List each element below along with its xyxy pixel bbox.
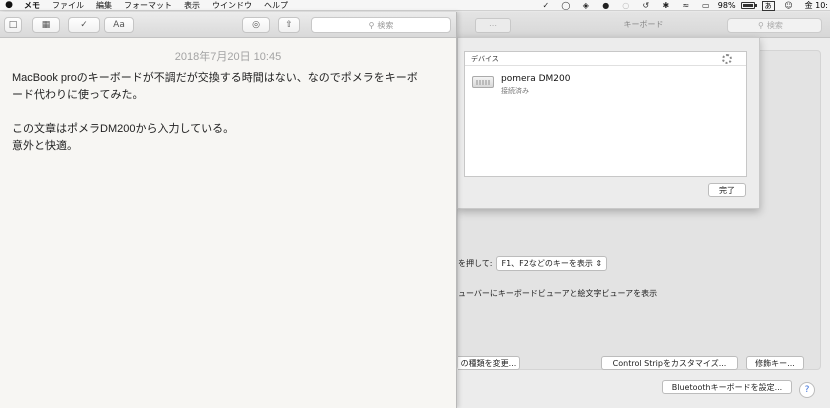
prefs-toolbar: ⋯ キーボード ⚲ 検索 — [457, 12, 830, 38]
viewer-menu-option[interactable]: ューバーにキーボードビューアと絵文字ビューアを表示 — [458, 288, 657, 299]
notes-search-placeholder: 検索 — [377, 20, 394, 30]
chevron-updown-icon: ⇕ — [595, 259, 603, 268]
airplay-icon[interactable]: ▭ — [696, 0, 716, 11]
fn-key-label: を押して: — [458, 259, 493, 268]
user-icon[interactable]: ☺ — [779, 0, 799, 11]
dropbox-icon[interactable]: ◈ — [576, 0, 596, 11]
prefs-search-field[interactable]: ⚲ 検索 — [727, 18, 822, 33]
loading-spinner-icon — [722, 54, 732, 64]
checklist-icon: ✓ — [80, 20, 88, 30]
search-icon: ⚲ — [758, 21, 764, 30]
done-button[interactable]: 完了 — [708, 183, 746, 197]
table-icon: ▦ — [41, 20, 51, 30]
menu-format[interactable]: フォーマット — [118, 0, 178, 11]
menu-edit[interactable]: 編集 — [90, 0, 118, 11]
note-line-1: MacBook proのキーボードが不調だが交換する時間はない、なのでポメラをキ… — [12, 72, 418, 84]
share-icon: ⇧ — [285, 20, 293, 30]
add-people-button[interactable]: ◎ — [242, 17, 270, 33]
device-status: 接続済み — [501, 87, 529, 95]
format-label: Aa — [113, 20, 125, 30]
input-source-indicator[interactable]: あ — [761, 0, 775, 11]
search-icon: ⚲ — [368, 20, 375, 30]
checklist-button[interactable]: ✓ — [68, 17, 100, 33]
note-body[interactable]: MacBook proのキーボードが不調だが交換する時間はない、なのでポメラをキ… — [0, 64, 456, 155]
customize-control-strip-button[interactable]: Control Stripをカスタマイズ... — [601, 356, 738, 370]
disabled-app-icon[interactable]: ○ — [616, 0, 636, 11]
menu-help[interactable]: ヘルプ — [258, 0, 294, 11]
note-line-3 — [12, 104, 444, 121]
battery-icon[interactable] — [740, 2, 757, 9]
add-people-icon: ◎ — [252, 20, 260, 30]
lock-icon: □ — [8, 20, 18, 30]
bluetooth-icon[interactable]: ✱ — [656, 0, 676, 11]
apple-menu-icon[interactable]: ● — [0, 0, 18, 10]
device-list-header: デバイス — [465, 52, 746, 66]
menu-view[interactable]: 表示 — [178, 0, 206, 11]
note-line-2: ード代わりに使ってみた。 — [12, 89, 144, 101]
change-keyboard-type-button[interactable]: の種類を変更... — [458, 356, 520, 370]
creative-cloud-icon[interactable]: ◯ — [556, 0, 576, 11]
fn-key-row: を押して: F1、F2などのキーを表示 ⇕ — [458, 256, 608, 271]
bluetooth-setup-sheet: デバイス pomera DM200 接続済み 完了 — [457, 37, 760, 209]
format-button[interactable]: Aa — [104, 17, 134, 33]
device-name: pomera DM200 — [501, 74, 571, 84]
prefs-search-placeholder: 検索 — [766, 21, 783, 30]
checkmark-status-icon[interactable]: ✓ — [536, 0, 556, 11]
note-date: 2018年7月20日 10:45 — [174, 51, 282, 63]
share-button[interactable]: ⇧ — [278, 17, 300, 33]
clock[interactable]: 金 10: — [799, 0, 830, 11]
status-area: ✓ ◯ ◈ ● ○ ↺ ✱ ≈ ▭ 98% あ ☺ 金 10: — [536, 0, 830, 11]
note-line-4: この文章はポメラDM200から入力している。 — [12, 123, 235, 135]
table-button[interactable]: ▦ — [32, 17, 60, 33]
device-list-header-label: デバイス — [471, 55, 499, 63]
device-row[interactable]: pomera DM200 接続済み — [465, 66, 746, 95]
menu-app[interactable]: メモ — [18, 0, 46, 11]
lock-button[interactable]: □ — [4, 17, 22, 33]
fn-key-select-value: F1、F2などのキーを表示 — [501, 259, 593, 268]
notes-toolbar: □ ▦ ✓ Aa ◎ ⇧ ⚲ 検索 — [0, 12, 456, 38]
battery-percent[interactable]: 98% — [716, 1, 738, 10]
evernote-icon[interactable]: ● — [596, 0, 616, 11]
help-button[interactable]: ? — [799, 382, 815, 398]
keyboard-icon — [472, 76, 494, 88]
wifi-icon[interactable]: ≈ — [676, 0, 696, 11]
device-list: デバイス pomera DM200 接続済み — [464, 51, 747, 177]
time-machine-icon[interactable]: ↺ — [636, 0, 656, 11]
notes-search-field[interactable]: ⚲ 検索 — [311, 17, 451, 33]
fn-key-select[interactable]: F1、F2などのキーを表示 ⇕ — [496, 256, 608, 271]
note-line-5: 意外と快適。 — [12, 140, 78, 152]
menu-window[interactable]: ウインドウ — [206, 0, 258, 11]
modifier-keys-button[interactable]: 修飾キー... — [746, 356, 804, 370]
setup-bluetooth-keyboard-button[interactable]: Bluetoothキーボードを設定... — [662, 380, 792, 394]
menu-file[interactable]: ファイル — [46, 0, 90, 11]
battery-fill — [742, 4, 753, 7]
notes-window: □ ▦ ✓ Aa ◎ ⇧ ⚲ 検索 2018年7月20日 10:45 MacBo… — [0, 12, 457, 408]
